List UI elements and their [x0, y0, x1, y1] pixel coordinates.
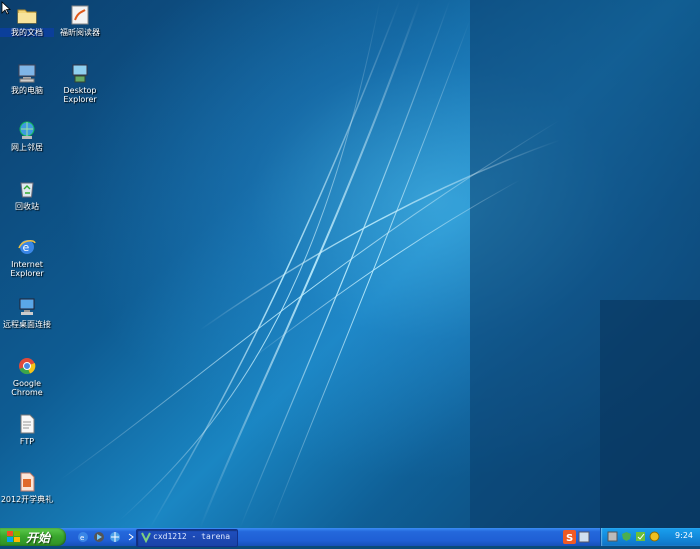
tray-check-icon[interactable]: [635, 531, 646, 542]
tray-app-icon[interactable]: [607, 531, 618, 542]
computer-icon: [18, 64, 36, 83]
pdf-reader-icon: [71, 5, 89, 25]
desktop-icon-internet-explorer[interactable]: e Internet Explorer: [0, 236, 54, 278]
desktop-icon-recycle-bin[interactable]: 回收站: [0, 178, 54, 211]
desktop-icon-new-term-doc[interactable]: 2012开学典礼: [0, 471, 54, 504]
chrome-icon: [19, 358, 36, 375]
taskbar: 开始 e cxd1212 - tarena S 9:24: [0, 528, 700, 547]
folder-icon: [17, 9, 37, 24]
recycle-bin-icon: [20, 182, 34, 198]
media-player-quicklaunch-icon[interactable]: [92, 530, 106, 544]
desktop-icon-label: 网上邻居: [11, 143, 43, 152]
desktop: 我的文档 福昕阅读器 我的电脑 Desktop Explorer 网上邻居 回收…: [0, 0, 700, 528]
desktop-icon-label: 我的电脑: [11, 86, 43, 95]
desktop-icon-label: Google Chrome: [11, 379, 43, 397]
ime-label: S: [566, 533, 573, 544]
browser-quicklaunch-icon[interactable]: [108, 530, 122, 544]
desktop-icon-google-chrome[interactable]: Google Chrome: [0, 355, 54, 397]
tray-shield-icon[interactable]: [621, 531, 632, 542]
desktop-icon-label: 2012开学典礼: [0, 495, 54, 504]
system-tray: 9:24: [600, 528, 700, 546]
desktop-icon-reader[interactable]: 福昕阅读器: [53, 4, 107, 37]
app-icon: [141, 532, 151, 543]
desktop-icon-my-computer[interactable]: 我的电脑: [0, 62, 54, 95]
desktop-icon-label: FTP: [19, 437, 35, 446]
taskbar-window-label: cxd1212 - tarena: [153, 532, 231, 541]
internet-explorer-icon: e: [18, 239, 36, 254]
svg-text:e: e: [80, 534, 84, 542]
word-document-icon: [20, 472, 35, 492]
desktop-icon-label: 远程桌面连接: [3, 320, 51, 329]
desktop-icon-label: Internet Explorer: [10, 260, 44, 278]
desktop-icon-label: 回收站: [15, 202, 39, 211]
sogou-ime-icon: S: [563, 530, 590, 544]
desktop-icon-desktop-explorer[interactable]: Desktop Explorer: [53, 62, 107, 104]
ime-toolbar[interactable]: S: [562, 529, 592, 545]
desktop-explorer-icon: [72, 64, 88, 83]
tray-security-icon[interactable]: [649, 531, 660, 542]
desktop-icon-remote-desktop[interactable]: 远程桌面连接: [0, 296, 54, 329]
desktop-icon-label: 福昕阅读器: [60, 28, 100, 37]
windows-flag-icon: [7, 531, 20, 542]
clock[interactable]: 9:24: [675, 531, 693, 540]
desktop-icon-ftp[interactable]: FTP: [0, 413, 54, 446]
desktop-icon-label: 我的文档: [0, 28, 54, 37]
network-globe-icon: [19, 121, 35, 139]
taskbar-window-button[interactable]: cxd1212 - tarena: [136, 529, 238, 547]
mouse-pointer-icon: [1, 1, 11, 15]
start-button[interactable]: 开始: [0, 528, 66, 546]
start-label: 开始: [26, 531, 51, 545]
document-icon: [20, 414, 35, 434]
desktop-icon-label: Desktop Explorer: [63, 86, 97, 104]
remote-desktop-icon: [19, 298, 35, 315]
desktop-icon-network-places[interactable]: 网上邻居: [0, 119, 54, 152]
ie-quicklaunch-icon[interactable]: e: [76, 530, 90, 544]
